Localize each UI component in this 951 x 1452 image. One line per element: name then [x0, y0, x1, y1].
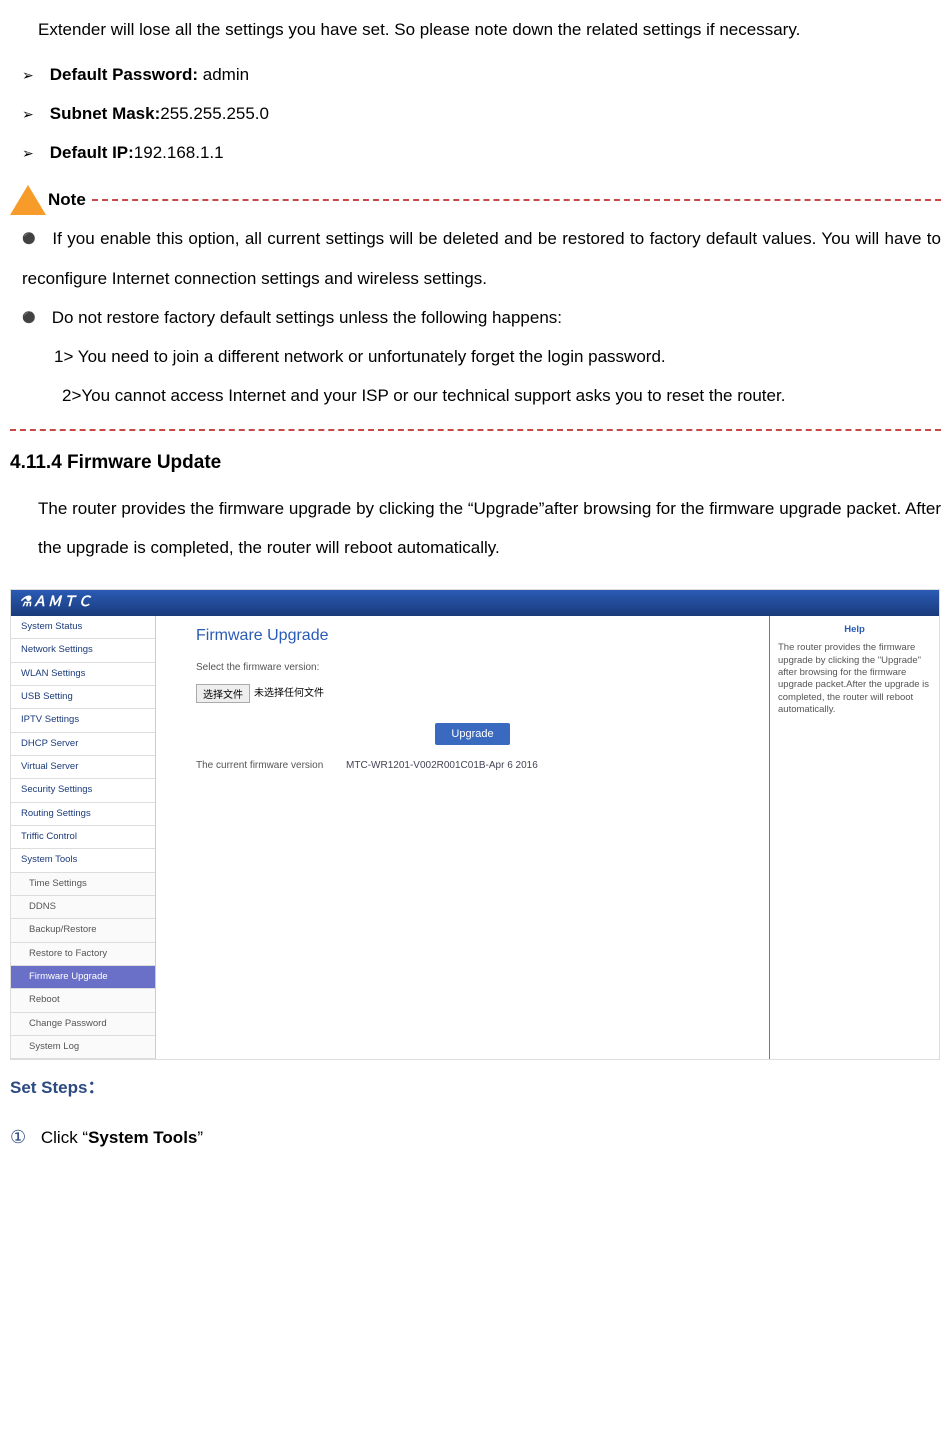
nav-item-iptv-settings[interactable]: IPTV Settings [11, 709, 155, 732]
router-screenshot: ⚗ＡＭＴＣ System StatusNetwork SettingsWLAN … [10, 589, 940, 1061]
nav-item-system-status[interactable]: System Status [11, 616, 155, 639]
sub-step-2: 2>You cannot access Internet and your IS… [10, 376, 941, 415]
nav-item-ddns[interactable]: DDNS [11, 896, 155, 919]
select-firmware-label: Select the firmware version: [196, 661, 749, 674]
step-1-number-icon: ① [10, 1127, 26, 1147]
current-firmware-label: The current firmware version [196, 760, 323, 771]
nav-item-system-log[interactable]: System Log [11, 1036, 155, 1059]
default-password-item: Default Password: admin [22, 55, 941, 94]
defaults-list: Default Password: admin Subnet Mask:255.… [10, 55, 941, 172]
router-content: Firmware Upgrade Select the firmware ver… [156, 616, 769, 1060]
default-ip-value: 192.168.1.1 [134, 143, 224, 162]
help-pane: Help The router provides the firmware up… [769, 616, 939, 1060]
firmware-version-row: The current firmware version MTC-WR1201-… [196, 759, 749, 772]
nav-item-backup-restore[interactable]: Backup/Restore [11, 919, 155, 942]
default-password-label: Default Password: [50, 65, 198, 84]
note-bullet-2: Do not restore factory default settings … [22, 298, 941, 337]
step-1-bold: System Tools [88, 1128, 197, 1147]
set-steps-label: Set Steps： [10, 1068, 941, 1107]
subnet-mask-value: 255.255.255.0 [160, 104, 269, 123]
nav-item-time-settings[interactable]: Time Settings [11, 873, 155, 896]
note-bullets: If you enable this option, all current s… [10, 219, 941, 336]
subnet-mask-label: Subnet Mask: [50, 104, 161, 123]
section-heading: 4.11.4 Firmware Update [10, 441, 941, 485]
help-body: The router provides the firmware upgrade… [778, 642, 931, 716]
warning-icon [10, 185, 46, 215]
default-ip-label: Default IP: [50, 143, 134, 162]
step-1: ① Click “System Tools” [10, 1117, 941, 1158]
nav-item-triffic-control[interactable]: Triffic Control [11, 826, 155, 849]
router-sidebar: System StatusNetwork SettingsWLAN Settin… [11, 616, 156, 1060]
choose-file-button[interactable]: 选择文件 [196, 684, 250, 703]
note-dash-line [92, 199, 941, 201]
router-body: System StatusNetwork SettingsWLAN Settin… [11, 616, 939, 1060]
step-1-suffix: ” [197, 1128, 203, 1147]
help-title: Help [778, 624, 931, 636]
top-paragraph: Extender will lose all the settings you … [10, 10, 941, 49]
default-password-value: admin [198, 65, 249, 84]
nav-item-network-settings[interactable]: Network Settings [11, 639, 155, 662]
router-brand-header: ⚗ＡＭＴＣ [11, 590, 939, 616]
note-label: Note [48, 180, 86, 219]
upgrade-button[interactable]: Upgrade [435, 723, 509, 745]
nav-item-routing-settings[interactable]: Routing Settings [11, 803, 155, 826]
nav-item-virtual-server[interactable]: Virtual Server [11, 756, 155, 779]
section-body: The router provides the firmware upgrade… [10, 489, 941, 567]
file-input-row: 选择文件 未选择任何文件 [196, 684, 749, 703]
nav-item-reboot[interactable]: Reboot [11, 989, 155, 1012]
current-firmware-value: MTC-WR1201-V002R001C01B-Apr 6 2016 [346, 760, 538, 771]
nav-item-dhcp-server[interactable]: DHCP Server [11, 733, 155, 756]
nav-item-restore-to-factory[interactable]: Restore to Factory [11, 943, 155, 966]
router-main: Firmware Upgrade Select the firmware ver… [156, 616, 939, 1060]
subnet-mask-item: Subnet Mask:255.255.255.0 [22, 94, 941, 133]
firmware-upgrade-title: Firmware Upgrade [196, 626, 749, 647]
nav-item-firmware-upgrade[interactable]: Firmware Upgrade [11, 966, 155, 989]
nav-item-wlan-settings[interactable]: WLAN Settings [11, 663, 155, 686]
note-bullet-1: If you enable this option, all current s… [22, 219, 941, 297]
note-row: Note [10, 180, 941, 219]
sub-step-1: 1> You need to join a different network … [10, 337, 941, 376]
nav-item-security-settings[interactable]: Security Settings [11, 779, 155, 802]
no-file-chosen-text: 未选择任何文件 [254, 687, 324, 700]
nav-item-system-tools[interactable]: System Tools [11, 849, 155, 872]
default-ip-item: Default IP:192.168.1.1 [22, 133, 941, 172]
divider-red [10, 429, 941, 431]
nav-item-change-password[interactable]: Change Password [11, 1013, 155, 1036]
step-1-prefix: Click “ [41, 1128, 88, 1147]
nav-item-usb-setting[interactable]: USB Setting [11, 686, 155, 709]
